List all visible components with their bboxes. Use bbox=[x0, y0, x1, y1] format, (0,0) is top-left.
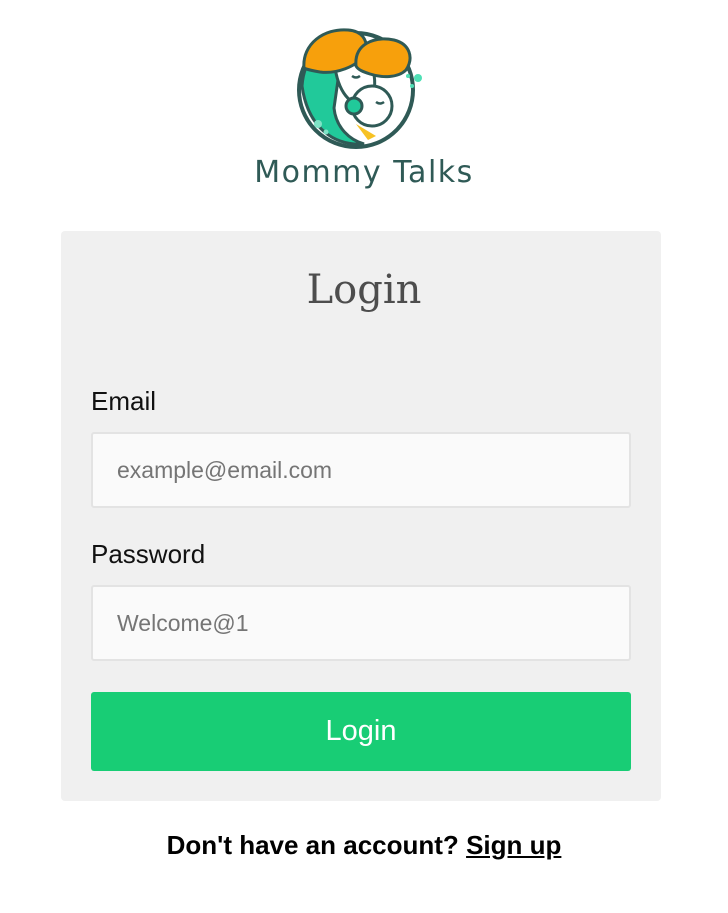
email-input[interactable] bbox=[91, 432, 631, 508]
login-title: Login bbox=[306, 267, 422, 313]
password-input[interactable] bbox=[91, 585, 631, 661]
mother-baby-logo-icon bbox=[297, 28, 422, 149]
brand-header: Mommy Talks bbox=[0, 28, 728, 190]
signup-prompt: Don't have an account? Sign up bbox=[0, 828, 728, 862]
password-label: Password bbox=[91, 539, 206, 569]
signup-link[interactable]: Sign up bbox=[466, 830, 561, 860]
email-label: Email bbox=[91, 386, 157, 416]
signup-prompt-text: Don't have an account? bbox=[166, 830, 459, 860]
brand-name: Mommy Talks bbox=[254, 155, 474, 190]
login-button[interactable]: Login bbox=[91, 692, 631, 771]
